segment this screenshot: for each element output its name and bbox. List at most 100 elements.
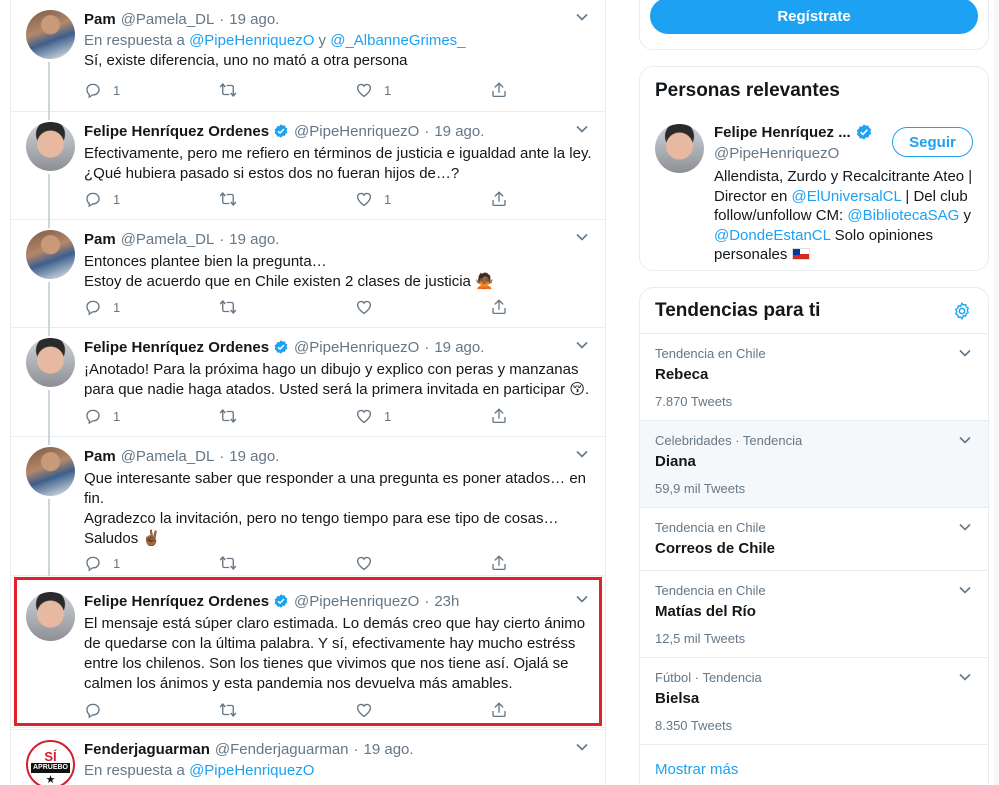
author-handle[interactable]: @Pamela_DL bbox=[121, 231, 215, 248]
chevron-down-icon[interactable] bbox=[575, 10, 589, 24]
avatar[interactable] bbox=[26, 447, 75, 496]
reply-button[interactable]: 1 bbox=[84, 81, 120, 99]
chevron-down-icon[interactable] bbox=[958, 346, 972, 360]
tweet-time[interactable]: 19 ago. bbox=[229, 231, 279, 248]
chevron-down-icon[interactable] bbox=[575, 338, 589, 352]
tweet[interactable]: Felipe Henríquez Ordenes @PipeHenriquezO… bbox=[11, 328, 605, 437]
chevron-down-icon[interactable] bbox=[958, 583, 972, 597]
like-button[interactable]: 1 bbox=[355, 190, 391, 208]
reply-button[interactable]: 1 bbox=[84, 407, 120, 425]
tweet-time[interactable]: 19 ago. bbox=[229, 11, 279, 28]
author-handle[interactable]: @PipeHenriquezO bbox=[294, 339, 419, 356]
person-name[interactable]: Felipe Henríquez ... bbox=[714, 124, 851, 141]
mention-link[interactable]: @DondeEstanCL bbox=[714, 227, 830, 244]
trend-item[interactable]: Tendencia en Chile Rebeca 7.870 Tweets bbox=[640, 334, 988, 421]
chevron-down-icon[interactable] bbox=[958, 670, 972, 684]
person-handle[interactable]: @PipeHenriquezO bbox=[714, 145, 839, 162]
avatar[interactable] bbox=[26, 338, 75, 387]
tweet[interactable]: Pam @Pamela_DL · 19 ago. Que interesante… bbox=[11, 437, 605, 576]
author-handle[interactable]: @PipeHenriquezO bbox=[294, 123, 419, 140]
tweet[interactable]: SÍ APRUEBO ★ Fenderjaguarman @Fenderjagu… bbox=[11, 729, 605, 785]
tweet[interactable]: Pam @Pamela_DL · 19 ago. En respuesta a … bbox=[11, 0, 605, 112]
retweet-button[interactable] bbox=[219, 554, 237, 572]
trend-name[interactable]: Bielsa bbox=[655, 690, 699, 707]
show-more-link[interactable]: Mostrar más bbox=[655, 761, 738, 778]
tweet-time[interactable]: 19 ago. bbox=[364, 741, 414, 758]
author-name[interactable]: Felipe Henríquez Ordenes bbox=[84, 123, 269, 140]
trend-item[interactable]: Celebridades · Tendencia Diana 59,9 mil … bbox=[640, 421, 988, 508]
author-name[interactable]: Pam bbox=[84, 231, 116, 248]
author-handle[interactable]: @PipeHenriquezO bbox=[294, 593, 419, 610]
chevron-down-icon[interactable] bbox=[575, 447, 589, 461]
share-button[interactable] bbox=[490, 190, 508, 208]
chevron-down-icon[interactable] bbox=[575, 122, 589, 136]
tweet-focused[interactable]: Felipe Henríquez Ordenes @PipeHenriquezO… bbox=[11, 582, 605, 728]
author-handle[interactable]: @Pamela_DL bbox=[121, 448, 215, 465]
mention-link[interactable]: @_AlbanneGrimes_ bbox=[330, 32, 465, 49]
trend-item[interactable]: Tendencia en Chile Matías del Río 12,5 m… bbox=[640, 571, 988, 658]
avatar[interactable]: SÍ APRUEBO ★ bbox=[26, 740, 75, 785]
timeline: Pam @Pamela_DL · 19 ago. En respuesta a … bbox=[10, 0, 606, 785]
share-button[interactable] bbox=[490, 407, 508, 425]
retweet-button[interactable] bbox=[219, 701, 237, 719]
mention-link[interactable]: @PipeHenriquezO bbox=[189, 32, 314, 49]
tweet-text-line: ¿Qué hubiera pasado si estos dos no fuer… bbox=[84, 165, 460, 182]
reply-button[interactable]: 1 bbox=[84, 190, 120, 208]
reply-button[interactable]: 1 bbox=[84, 554, 120, 572]
trend-name[interactable]: Correos de Chile bbox=[655, 540, 775, 557]
avatar[interactable] bbox=[26, 122, 75, 171]
author-name[interactable]: Pam bbox=[84, 448, 116, 465]
share-button[interactable] bbox=[490, 81, 508, 99]
chevron-down-icon[interactable] bbox=[575, 592, 589, 606]
author-handle[interactable]: @Pamela_DL bbox=[121, 11, 215, 28]
trend-name[interactable]: Matías del Río bbox=[655, 603, 756, 620]
retweet-button[interactable] bbox=[219, 190, 237, 208]
like-button[interactable] bbox=[355, 554, 373, 572]
like-button[interactable] bbox=[355, 298, 373, 316]
like-button[interactable] bbox=[355, 701, 373, 719]
avatar[interactable] bbox=[26, 592, 75, 641]
trend-item[interactable]: Fútbol · Tendencia Bielsa 8.350 Tweets bbox=[640, 658, 988, 745]
tweet-time[interactable]: 23h bbox=[434, 593, 459, 610]
avatar[interactable] bbox=[655, 124, 704, 173]
author-name[interactable]: Felipe Henríquez Ordenes bbox=[84, 339, 269, 356]
mention-link[interactable]: @BibliotecaSAG bbox=[847, 207, 959, 224]
trend-name[interactable]: Rebeca bbox=[655, 366, 708, 383]
mention-link[interactable]: @ElUniversalCL bbox=[792, 188, 902, 205]
retweet-button[interactable] bbox=[219, 81, 237, 99]
author-name[interactable]: Fenderjaguarman bbox=[84, 741, 210, 758]
mention-link[interactable]: @PipeHenriquezO bbox=[189, 762, 314, 779]
reply-button[interactable]: 1 bbox=[84, 298, 120, 316]
tweet-text-segment: para que nadie haga atados. Usted será l… bbox=[84, 381, 566, 398]
tweet[interactable]: Felipe Henríquez Ordenes @PipeHenriquezO… bbox=[11, 112, 605, 220]
like-button[interactable]: 1 bbox=[355, 407, 391, 425]
retweet-button[interactable] bbox=[219, 298, 237, 316]
like-button[interactable]: 1 bbox=[355, 81, 391, 99]
author-name[interactable]: Felipe Henríquez Ordenes bbox=[84, 593, 269, 610]
reply-button[interactable] bbox=[84, 701, 102, 719]
chevron-down-icon[interactable] bbox=[958, 520, 972, 534]
tweet-time[interactable]: 19 ago. bbox=[434, 123, 484, 140]
author-handle[interactable]: @Fenderjaguarman bbox=[215, 741, 349, 758]
share-button[interactable] bbox=[490, 701, 508, 719]
share-button[interactable] bbox=[490, 554, 508, 572]
trend-item[interactable]: Tendencia en Chile Correos de Chile bbox=[640, 508, 988, 571]
avatar[interactable] bbox=[26, 230, 75, 279]
tweet-time[interactable]: 19 ago. bbox=[434, 339, 484, 356]
person-name-row[interactable]: Felipe Henríquez ... bbox=[714, 123, 873, 141]
signup-button[interactable]: Regístrate bbox=[650, 0, 978, 34]
chevron-down-icon[interactable] bbox=[958, 433, 972, 447]
follow-button[interactable]: Seguir bbox=[892, 127, 973, 157]
trend-name[interactable]: Diana bbox=[655, 453, 696, 470]
chevron-down-icon[interactable] bbox=[575, 230, 589, 244]
avatar[interactable] bbox=[26, 10, 75, 59]
share-button[interactable] bbox=[490, 298, 508, 316]
tweet[interactable]: Pam @Pamela_DL · 19 ago. Entonces plante… bbox=[11, 220, 605, 328]
thread-line bbox=[48, 437, 50, 445]
author-name[interactable]: Pam bbox=[84, 11, 116, 28]
retweet-button[interactable] bbox=[219, 407, 237, 425]
chevron-down-icon[interactable] bbox=[575, 740, 589, 754]
heart-icon bbox=[356, 703, 372, 718]
gear-icon[interactable] bbox=[952, 301, 972, 321]
tweet-time[interactable]: 19 ago. bbox=[229, 448, 279, 465]
